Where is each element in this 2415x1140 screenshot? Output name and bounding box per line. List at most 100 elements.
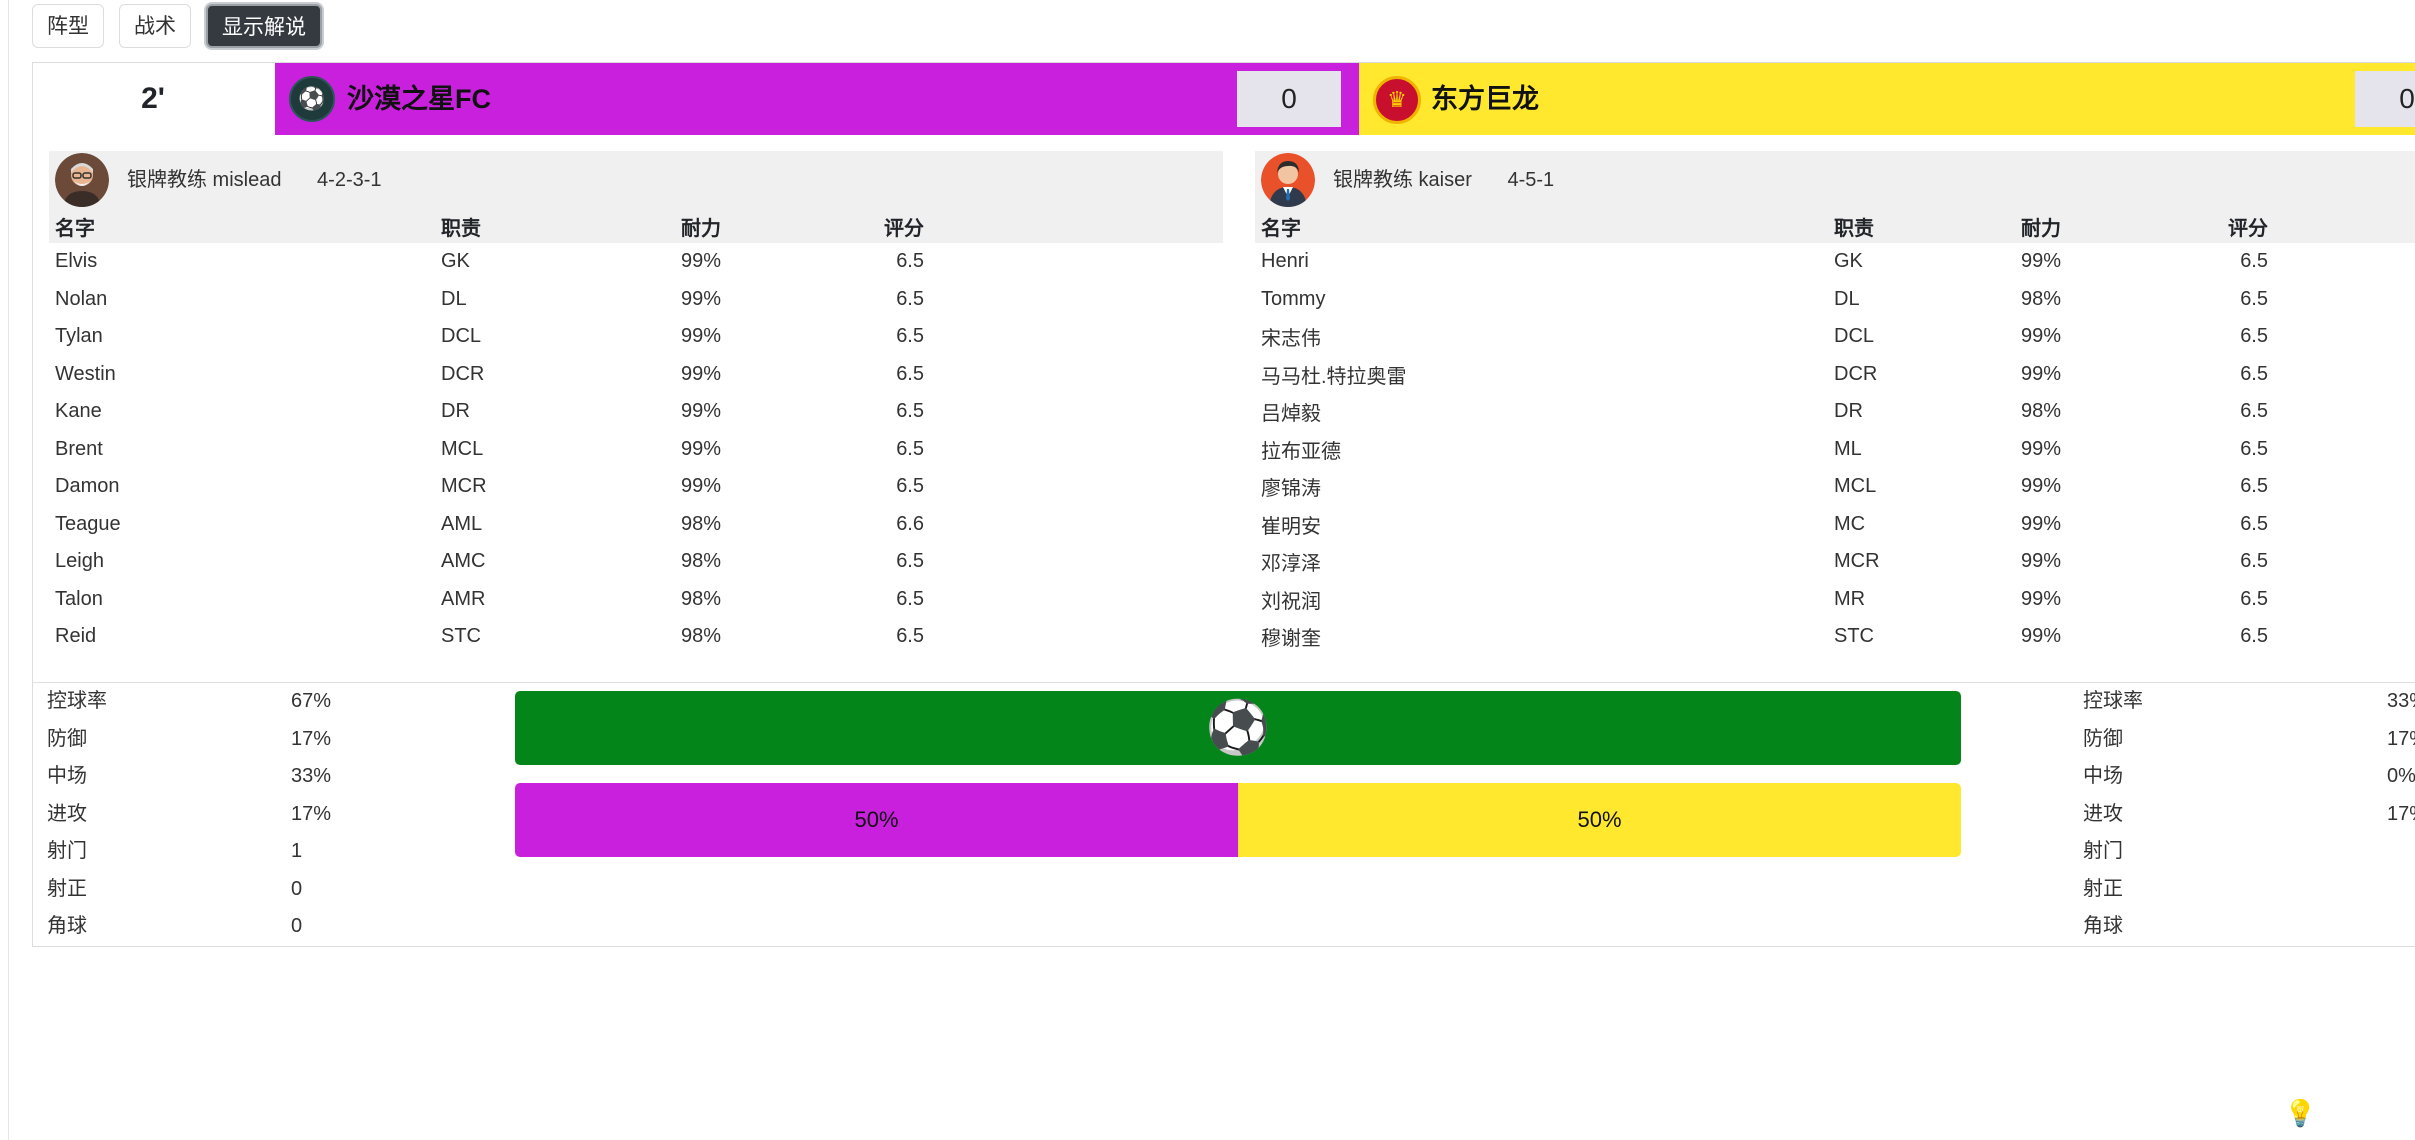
player-row[interactable]: Reid STC 98% 6.5: [49, 618, 1223, 656]
player-name: 崔明安: [1261, 515, 1321, 538]
stat-label: 射正: [2083, 877, 2123, 900]
player-name: Damon: [55, 475, 120, 498]
player-name: 穆谢奎: [1261, 628, 1321, 651]
player-row[interactable]: Henri GK 99% 6.5: [1255, 243, 2415, 281]
stat-label: 射正: [47, 877, 87, 900]
player-stamina: 99%: [2021, 362, 2062, 385]
player-row[interactable]: 穆谢奎 STC 99% 6.5: [1255, 618, 2415, 656]
stat-value: 0%: [2387, 765, 2415, 787]
player-row[interactable]: 拉布亚德 ML 99% 6.5: [1255, 431, 2415, 469]
away-coach-name: 银牌教练 kaiser: [1333, 169, 1472, 191]
stat-value: 33%: [2387, 690, 2415, 712]
player-rating: 6.5: [896, 287, 924, 310]
stat-row: 防御 17%: [2083, 721, 2415, 759]
player-stamina: 98%: [681, 587, 722, 610]
player-row[interactable]: Talon AMR 98% 6.5: [49, 581, 1223, 619]
col-role: 职责: [435, 209, 675, 243]
stat-label: 中场: [47, 765, 87, 787]
player-row[interactable]: 刘祝润 MR 99% 6.5: [1255, 581, 2415, 619]
player-row[interactable]: 吕焯毅 DR 98% 6.5: [1255, 393, 2415, 431]
stat-value: 1: [291, 840, 303, 862]
player-role: AMC: [441, 550, 486, 573]
player-name: Nolan: [55, 287, 108, 310]
lightbulb-icon[interactable]: 💡: [2284, 1098, 2316, 1128]
player-rating: 6.5: [2240, 550, 2268, 573]
home-player-table: 名字 职责 耐力 评分 Elvis GK 99% 6.5 Nolan DL 99% 6.5 Ty…: [49, 209, 1223, 656]
col-rating: 评分: [850, 209, 924, 243]
player-role: DR: [441, 400, 470, 423]
player-row[interactable]: Tylan DCL 99% 6.5: [49, 318, 1223, 356]
player-role: DL: [1834, 287, 1860, 310]
stat-row: 角球: [2083, 908, 2415, 946]
stat-value: 17%: [291, 727, 332, 750]
player-row[interactable]: Damon MCR 99% 6.5: [49, 468, 1223, 506]
player-stamina: 99%: [681, 287, 722, 310]
table-header-row: 名字 职责 耐力 评分: [49, 209, 1223, 243]
player-row[interactable]: 崔明安 MC 99% 6.5: [1255, 506, 2415, 544]
home-coach-name: 银牌教练 mislead: [127, 169, 282, 191]
home-team-name: 沙漠之星FC: [347, 84, 491, 114]
player-rating: 6.5: [896, 437, 924, 460]
player-row[interactable]: Brent MCL 99% 6.5: [49, 431, 1223, 469]
away-team-bar: ♛ 东方巨龙 0: [1359, 63, 2415, 135]
player-rating: 6.5: [2240, 325, 2268, 348]
player-role: STC: [1834, 625, 1874, 648]
player-name: 刘祝润: [1261, 590, 1321, 613]
tactics-button[interactable]: 战术: [119, 4, 191, 48]
player-role: STC: [441, 625, 481, 648]
scoreboard: 2' ⚽ 沙漠之星FC 0 ♛ 东方巨龙 0: [33, 63, 2415, 135]
player-row[interactable]: Tommy DL 98% 6.5: [1255, 281, 2415, 319]
stat-label: 控球率: [2083, 690, 2143, 712]
player-row[interactable]: 廖锦涛 MCL 99% 6.5: [1255, 468, 2415, 506]
possession-bar: 50% 50%: [515, 783, 1961, 857]
player-row[interactable]: Westin DCR 99% 6.5: [49, 356, 1223, 394]
player-row[interactable]: Nolan DL 99% 6.5: [49, 281, 1223, 319]
formation-button[interactable]: 阵型: [32, 4, 104, 48]
stat-row: 角球 0: [47, 908, 407, 946]
player-rating: 6.6: [896, 512, 924, 535]
stat-label: 控球率: [47, 690, 107, 712]
home-coach-row: 银牌教练 mislead 4-2-3-1: [49, 151, 1223, 209]
stat-row: 控球率 67%: [47, 683, 407, 721]
player-rating: 6.5: [896, 325, 924, 348]
stat-row: 进攻 17%: [2083, 796, 2415, 834]
player-stamina: 99%: [681, 325, 722, 348]
player-rating: 6.5: [896, 362, 924, 385]
player-stamina: 99%: [681, 250, 722, 273]
player-name: 马马杜.特拉奥雷: [1261, 365, 1407, 388]
show-commentary-button[interactable]: 显示解说: [206, 4, 322, 48]
col-name: 名字: [49, 209, 435, 243]
player-rating: 6.5: [2240, 287, 2268, 310]
stat-value: 0: [291, 877, 303, 900]
home-formation: 4-2-3-1: [317, 169, 382, 191]
player-stamina: 99%: [2021, 625, 2062, 648]
match-card: 2' ⚽ 沙漠之星FC 0 ♛ 东方巨龙 0 银牌教练 mislead 4-2-…: [32, 62, 2415, 947]
player-row[interactable]: 马马杜.特拉奥雷 DCR 99% 6.5: [1255, 356, 2415, 394]
home-score: 0: [1237, 71, 1341, 127]
col-role: 职责: [1828, 209, 2015, 243]
player-stamina: 99%: [2021, 587, 2062, 610]
player-row[interactable]: 宋志伟 DCL 99% 6.5: [1255, 318, 2415, 356]
match-minute: 2': [33, 63, 273, 135]
player-name: 邓淳泽: [1261, 553, 1321, 576]
stat-row: 射正 0: [47, 871, 407, 909]
player-row[interactable]: Kane DR 99% 6.5: [49, 393, 1223, 431]
pitch-indicator: ⚽: [515, 691, 1961, 765]
player-stamina: 99%: [2021, 250, 2062, 273]
player-rating: 6.5: [896, 250, 924, 273]
stat-value: 67%: [291, 690, 332, 712]
player-name: Tommy: [1261, 287, 1326, 310]
stat-value: 33%: [291, 765, 332, 787]
player-stamina: 99%: [2021, 475, 2062, 498]
player-stamina: 99%: [2021, 325, 2062, 348]
player-rating: 6.5: [896, 475, 924, 498]
player-name: Elvis: [55, 250, 98, 273]
away-coach-row: 银牌教练 kaiser 4-5-1: [1255, 151, 2415, 209]
home-team-bar: ⚽ 沙漠之星FC 0: [275, 63, 1359, 135]
toolbar: 阵型 战术 显示解说: [32, 4, 322, 48]
player-row[interactable]: 邓淳泽 MCR 99% 6.5: [1255, 543, 2415, 581]
player-row[interactable]: Teague AML 98% 6.6: [49, 506, 1223, 544]
player-row[interactable]: Leigh AMC 98% 6.5: [49, 543, 1223, 581]
player-row[interactable]: Elvis GK 99% 6.5: [49, 243, 1223, 281]
player-role: AMR: [441, 587, 486, 610]
